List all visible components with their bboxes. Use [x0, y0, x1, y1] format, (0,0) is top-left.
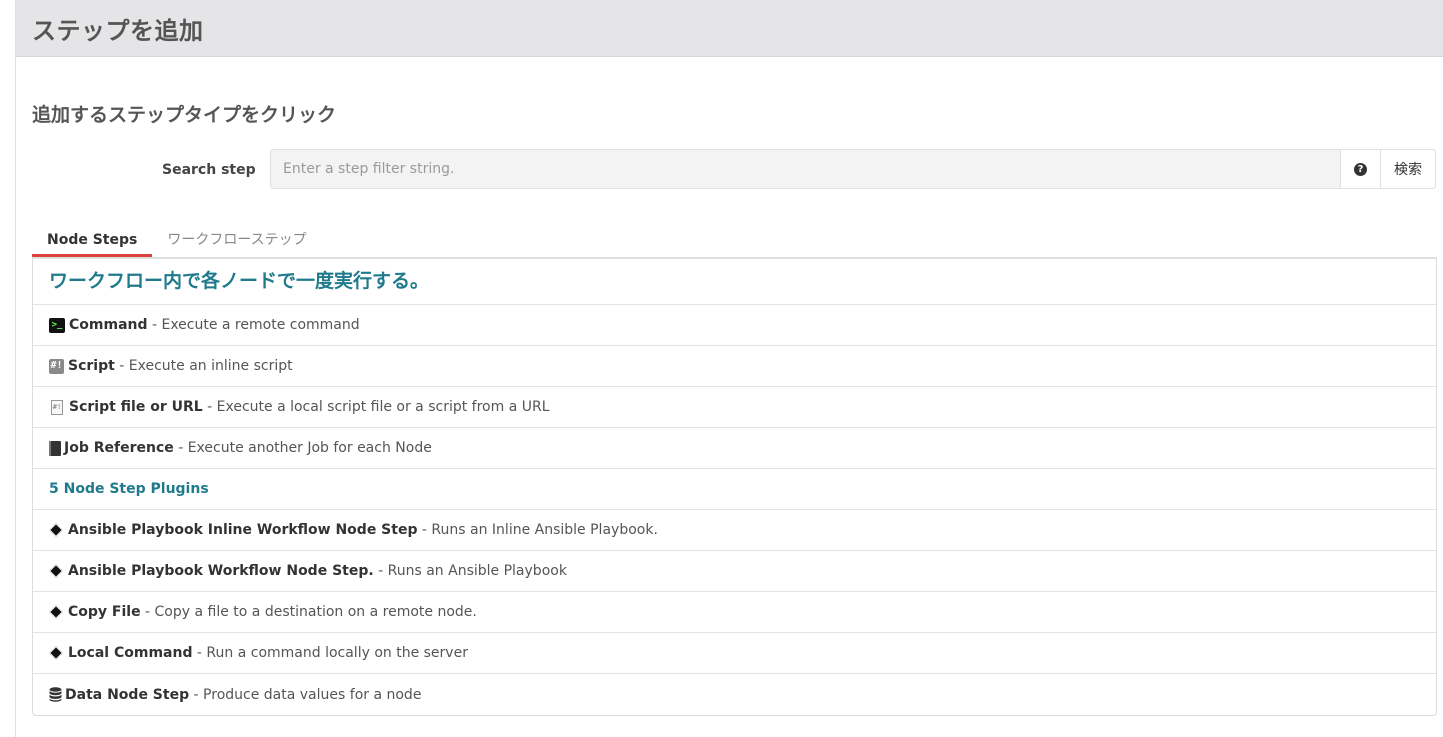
step-item-command[interactable]: >_ Command - Execute a remote command [33, 305, 1436, 346]
step-name: Job Reference [64, 440, 174, 456]
search-group: ? 検索 [270, 149, 1436, 189]
tab-workflow-steps[interactable]: ワークフローステップ [152, 224, 321, 257]
step-desc: - Run a command locally on the server [192, 645, 468, 661]
search-step-input[interactable] [270, 149, 1341, 189]
step-item-local-command[interactable]: Local Command - Run a command locally on… [33, 633, 1436, 674]
step-item-ansible-inline[interactable]: Ansible Playbook Inline Workflow Node St… [33, 510, 1436, 551]
diamond-icon [48, 522, 64, 538]
step-desc: - Execute an inline script [114, 358, 293, 374]
step-desc: - Produce data values for a node [189, 686, 422, 703]
list-heading: ワークフロー内で各ノードで一度実行する。 [33, 259, 1436, 305]
step-desc: - Runs an Inline Ansible Playbook. [417, 522, 658, 538]
terminal-icon: >_ [49, 317, 65, 333]
help-button[interactable]: ? [1341, 149, 1381, 189]
node-steps-list: ワークフロー内で各ノードで一度実行する。 >_ Command - Execut… [32, 259, 1437, 716]
step-desc: - Execute a remote command [147, 317, 360, 333]
step-desc: - Execute a local script file or a scrip… [202, 399, 550, 415]
step-name: Local Command [68, 645, 193, 661]
step-name: Copy File [68, 604, 141, 620]
step-desc: - Execute another Job for each Node [173, 440, 432, 456]
step-item-data-node[interactable]: Data Node Step - Produce data values for… [33, 674, 1436, 715]
step-name: Command [69, 317, 148, 333]
book-icon [49, 440, 61, 456]
step-name: Ansible Playbook Inline Workflow Node St… [68, 522, 418, 538]
question-circle-icon: ? [1354, 162, 1367, 176]
step-name: Ansible Playbook Workflow Node Step. [68, 563, 374, 579]
step-item-script-file[interactable]: #! Script file or URL - Execute a local … [33, 387, 1436, 428]
add-step-modal: ステップを追加 追加するステップタイプをクリック Search step ? 検… [15, 0, 1443, 737]
modal-header: ステップを追加 [16, 0, 1443, 57]
step-tabs: Node Steps ワークフローステップ [32, 224, 1437, 259]
step-desc: - Runs an Ansible Playbook [373, 563, 567, 579]
step-name: Script [68, 358, 115, 374]
diamond-icon [48, 563, 64, 579]
search-button[interactable]: 検索 [1381, 149, 1436, 189]
step-name: Script file or URL [69, 399, 203, 415]
step-item-copy-file[interactable]: Copy File - Copy a file to a destination… [33, 592, 1436, 633]
database-icon [49, 687, 62, 702]
node-step-plugins-toggle[interactable]: 5 Node Step Plugins [33, 469, 1436, 510]
step-name: Data Node Step [65, 686, 190, 703]
script-icon: #! [49, 358, 64, 374]
search-step-label: Search step [162, 162, 256, 178]
step-item-job-reference[interactable]: Job Reference - Execute another Job for … [33, 428, 1436, 469]
step-desc: - Copy a file to a destination on a remo… [140, 604, 477, 620]
script-file-icon: #! [51, 399, 63, 415]
tab-node-steps[interactable]: Node Steps [32, 224, 153, 257]
diamond-icon [48, 645, 64, 661]
modal-title: ステップを追加 [32, 16, 204, 45]
step-item-ansible-playbook[interactable]: Ansible Playbook Workflow Node Step. - R… [33, 551, 1436, 592]
diamond-icon [48, 604, 64, 620]
step-item-script[interactable]: #! Script - Execute an inline script [33, 346, 1436, 387]
step-type-instruction: 追加するステップタイプをクリック [32, 104, 337, 126]
